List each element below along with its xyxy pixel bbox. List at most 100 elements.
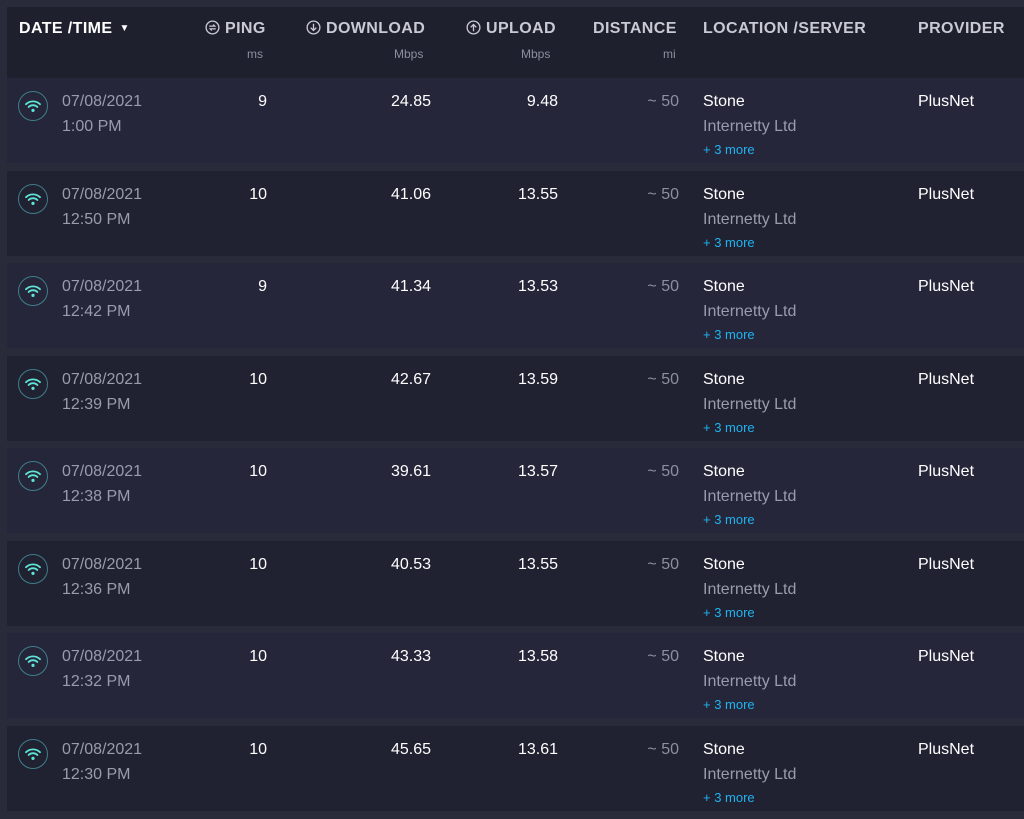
download-header[interactable]: DOWNLOAD: [306, 20, 425, 38]
wifi-icon: [18, 183, 48, 214]
result-upload: 13.61: [517, 740, 558, 758]
result-ping: 10: [249, 648, 267, 665]
result-date: 07/08/2021: [62, 555, 143, 573]
result-time: 1:00 PM: [62, 118, 122, 135]
result-download: 39.61: [390, 463, 431, 480]
more-servers-link[interactable]: + 3 more: [703, 697, 755, 712]
download-header-label: DOWNLOAD: [326, 20, 426, 37]
table-row[interactable]: 07/08/2021 12:39 PM 10 42.67 13.59 ~ 50 Stone I…: [7, 355, 1024, 441]
sort-date-time-button[interactable]: DATE /TIME ▼: [19, 20, 130, 38]
result-ping: 10: [249, 555, 267, 573]
result-location: Stone: [703, 93, 745, 110]
table-row[interactable]: 07/08/2021 12:30 PM 10 45.65 13.61 ~ 50 Stone I…: [7, 725, 1024, 811]
more-servers-link[interactable]: + 3 more: [703, 420, 755, 435]
caret-down-icon: ▼: [119, 23, 130, 34]
result-date: 07/08/2021: [62, 740, 143, 758]
result-download: 24.85: [390, 93, 431, 110]
result-time: 12:30 PM: [62, 765, 131, 783]
result-sponsor: Internetty Ltd: [703, 488, 797, 505]
more-servers-link[interactable]: + 3 more: [703, 605, 755, 620]
provider-header[interactable]: PROVIDER: [918, 20, 1005, 38]
result-provider: PlusNet: [918, 93, 975, 110]
ping-icon: [205, 20, 220, 35]
result-distance: ~ 50: [647, 278, 679, 295]
table-row[interactable]: 07/08/2021 12:36 PM 10 40.53 13.55 ~ 50 Stone I…: [7, 540, 1024, 626]
result-location: Stone: [703, 648, 745, 665]
result-upload: 13.58: [517, 648, 558, 665]
result-download: 41.34: [390, 278, 431, 295]
result-location: Stone: [703, 555, 745, 573]
distance-header[interactable]: DISTANCE: [593, 20, 677, 38]
ping-header[interactable]: PING: [205, 20, 266, 38]
result-provider: PlusNet: [918, 370, 975, 388]
table-row[interactable]: 07/08/2021 12:42 PM 9 41.34 13.53 ~ 50 Stone In…: [7, 263, 1024, 348]
table-row[interactable]: 07/08/2021 12:50 PM 10 41.06 13.55 ~ 50 Stone I…: [7, 170, 1024, 256]
upload-unit: Mbps: [521, 47, 551, 61]
result-time: 12:42 PM: [62, 303, 131, 320]
table-row[interactable]: 07/08/2021 12:38 PM 10 39.61 13.57 ~ 50 Stone I…: [7, 448, 1024, 533]
date-time-header-label: DATE /TIME: [19, 20, 113, 37]
result-time: 12:32 PM: [62, 673, 131, 690]
result-sponsor: Internetty Ltd: [703, 303, 797, 320]
result-ping: 10: [249, 740, 267, 758]
result-location: Stone: [703, 740, 745, 758]
result-upload: 13.55: [517, 555, 558, 573]
result-time: 12:39 PM: [62, 395, 131, 413]
more-servers-link[interactable]: + 3 more: [703, 790, 755, 805]
result-provider: PlusNet: [918, 185, 975, 203]
result-provider: PlusNet: [918, 463, 975, 480]
result-ping: 10: [249, 463, 267, 480]
more-servers-link[interactable]: + 3 more: [703, 327, 755, 342]
result-date: 07/08/2021: [62, 278, 143, 295]
more-servers-link[interactable]: + 3 more: [703, 235, 755, 250]
wifi-icon: [18, 553, 48, 584]
wifi-icon: [18, 368, 48, 399]
result-upload: 9.48: [526, 93, 558, 110]
download-unit: Mbps: [394, 47, 424, 61]
result-sponsor: Internetty Ltd: [703, 580, 797, 598]
result-sponsor: Internetty Ltd: [703, 673, 797, 690]
result-upload: 13.57: [517, 463, 558, 480]
ping-header-label: PING: [225, 20, 266, 37]
result-ping: 9: [258, 278, 267, 295]
result-distance: ~ 50: [647, 555, 679, 573]
result-download: 42.67: [390, 370, 431, 388]
upload-header[interactable]: UPLOAD: [466, 20, 556, 38]
result-date: 07/08/2021: [62, 185, 143, 203]
result-ping: 10: [249, 370, 267, 388]
table-row[interactable]: 07/08/2021 12:32 PM 10 43.33 13.58 ~ 50 Stone I…: [7, 633, 1024, 718]
download-arrow-icon: [306, 20, 321, 35]
result-location: Stone: [703, 278, 745, 295]
wifi-icon: [18, 276, 48, 306]
more-servers-link[interactable]: + 3 more: [703, 142, 755, 157]
result-sponsor: Internetty Ltd: [703, 210, 797, 228]
result-location: Stone: [703, 185, 745, 203]
result-download: 41.06: [390, 185, 431, 203]
wifi-icon: [18, 646, 48, 676]
location-server-header[interactable]: LOCATION /SERVER: [703, 20, 866, 38]
wifi-icon: [18, 91, 48, 121]
result-download: 43.33: [390, 648, 431, 665]
wifi-icon: [18, 738, 48, 769]
table-row[interactable]: 07/08/2021 1:00 PM 9 24.85 9.48 ~ 50 Stone Inte…: [7, 78, 1024, 163]
result-date: 07/08/2021: [62, 370, 143, 388]
result-sponsor: Internetty Ltd: [703, 118, 797, 135]
result-provider: PlusNet: [918, 555, 975, 573]
result-upload: 13.59: [517, 370, 558, 388]
result-ping: 9: [258, 93, 267, 110]
result-time: 12:38 PM: [62, 488, 131, 505]
result-ping: 10: [249, 185, 267, 203]
result-upload: 13.53: [517, 278, 558, 295]
result-upload: 13.55: [517, 185, 558, 203]
more-servers-link[interactable]: + 3 more: [703, 512, 755, 527]
result-time: 12:36 PM: [62, 580, 131, 598]
result-distance: ~ 50: [647, 740, 679, 758]
result-date: 07/08/2021: [62, 463, 143, 480]
distance-unit: mi: [663, 47, 676, 61]
result-sponsor: Internetty Ltd: [703, 395, 797, 413]
ping-unit: ms: [247, 47, 263, 61]
result-distance: ~ 50: [647, 463, 679, 480]
result-provider: PlusNet: [918, 740, 975, 758]
result-distance: ~ 50: [647, 93, 679, 110]
upload-header-label: UPLOAD: [486, 20, 556, 37]
